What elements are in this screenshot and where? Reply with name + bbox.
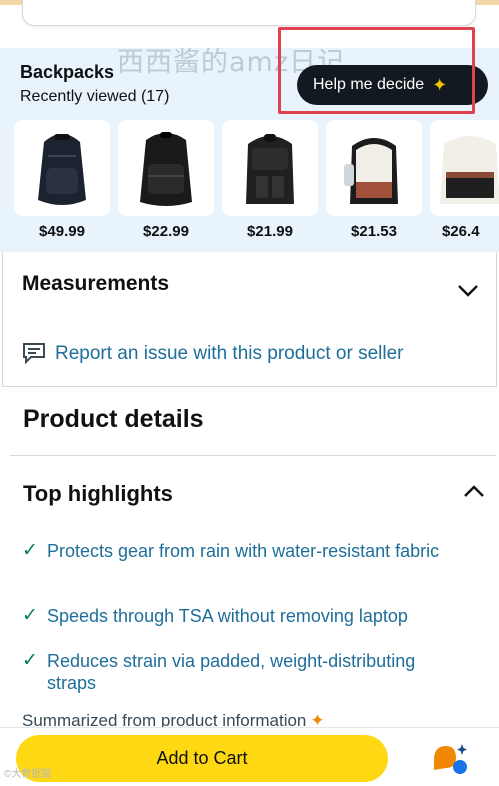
- divider: [2, 386, 497, 387]
- divider: [10, 455, 496, 456]
- rufus-assistant-icon[interactable]: [430, 740, 470, 776]
- highlight-text: Protects gear from rain with water-resis…: [47, 541, 440, 561]
- add-to-cart-label: Add to Cart: [156, 748, 248, 768]
- product-details-title: Product details: [23, 405, 204, 433]
- backpack-image: [440, 136, 499, 204]
- product-card-1[interactable]: [14, 120, 110, 216]
- corner-watermark: ©大数据猫: [4, 769, 52, 780]
- product-price-1: $49.99: [39, 223, 85, 240]
- backpack-image: [38, 134, 86, 205]
- product-card-4[interactable]: [326, 120, 422, 216]
- measurements-title[interactable]: Measurements: [22, 272, 169, 296]
- product-price-4: $21.53: [351, 223, 397, 240]
- highlight-text: Reduces strain via padded, weight-distri…: [47, 651, 416, 693]
- product-card-3[interactable]: [222, 120, 318, 216]
- highlight-text: Speeds through TSA without removing lapt…: [47, 606, 408, 626]
- product-price-2: $22.99: [143, 223, 189, 240]
- card-border-left: [2, 252, 3, 387]
- product-card-2[interactable]: [118, 120, 214, 216]
- report-issue-link[interactable]: Report an issue with this product or sel…: [55, 343, 404, 365]
- check-icon: ✓: [22, 650, 38, 671]
- sparkle-icon: ✦: [432, 74, 448, 95]
- top-highlights-title[interactable]: Top highlights: [23, 481, 173, 507]
- product-card-5[interactable]: [430, 120, 499, 216]
- product-price-3: $21.99: [247, 223, 293, 240]
- highlight-item: ✓ Speeds through TSA without removing la…: [22, 605, 462, 627]
- check-icon: ✓: [22, 540, 38, 561]
- previous-card: [22, 0, 476, 26]
- backpack-image: [140, 132, 192, 206]
- card-border-right: [496, 252, 497, 387]
- reco-title: Backpacks: [20, 62, 115, 82]
- backpack-image: [344, 138, 398, 204]
- help-me-decide-button[interactable]: Help me decide ✦: [297, 65, 488, 105]
- chevron-down-icon[interactable]: [457, 284, 479, 298]
- backpack-image: [246, 134, 294, 204]
- reco-subtitle[interactable]: Recently viewed (17): [20, 88, 169, 106]
- report-message-icon: [23, 343, 45, 364]
- add-to-cart-button[interactable]: Add to Cart: [16, 735, 388, 782]
- check-icon: ✓: [22, 605, 38, 626]
- product-price-5: $26.4: [442, 223, 480, 240]
- highlight-item: ✓ Protects gear from rain with water-res…: [22, 540, 462, 562]
- highlight-item: ✓ Reduces strain via padded, weight-dist…: [22, 650, 462, 694]
- help-button-label: Help me decide: [313, 76, 425, 93]
- chevron-up-icon[interactable]: [463, 484, 485, 498]
